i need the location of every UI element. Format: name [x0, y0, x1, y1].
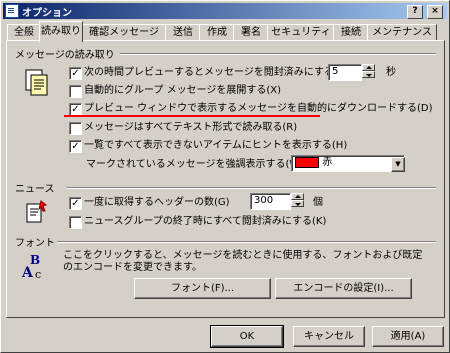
color-swatch — [295, 156, 319, 168]
preview-mark-read-checkbox[interactable]: ✓ — [69, 67, 82, 80]
tab-general[interactable]: 全般 — [7, 24, 41, 41]
newsgroup-icon — [26, 200, 48, 223]
close-button[interactable]: × — [427, 5, 443, 19]
plain-text-label: メッセージはすべてテキスト形式で読み取る(R) — [84, 122, 298, 133]
ok-button[interactable]: OK — [210, 325, 284, 348]
tab-connection[interactable]: 接続 — [333, 24, 369, 41]
app-icon — [5, 4, 19, 18]
headers-count-checkbox[interactable]: ✓ — [69, 197, 82, 210]
svg-text:c: c — [35, 268, 41, 280]
highlight-color-label: マークされているメッセージを強調表示する(W): — [86, 159, 307, 170]
news-group-divider — [67, 187, 436, 189]
preview-mark-read-label: 次の時間プレビューするとメッセージを閲封済みにする(M) — [84, 67, 351, 78]
title-bar[interactable]: オプション ? × — [3, 3, 447, 19]
tab-signatures[interactable]: 署名 — [233, 24, 269, 41]
svg-text:A: A — [21, 265, 34, 280]
window-title: オプション — [22, 7, 72, 19]
options-dialog: オプション ? × 全般 読み取り 確認メッセージ 送信 作成 署名 セキュリテ… — [0, 0, 450, 353]
reading-group-divider — [120, 53, 436, 55]
preview-seconds-spinner[interactable] — [362, 64, 375, 78]
help-button[interactable]: ? — [407, 5, 423, 19]
preview-seconds-unit: 秒 — [386, 67, 396, 78]
auto-expand-checkbox[interactable] — [69, 85, 82, 98]
encoding-settings-button[interactable]: エンコードの設定(I)... — [275, 278, 412, 299]
read-message-icon — [25, 69, 48, 96]
fonts-icon: B A c — [21, 253, 41, 280]
auto-expand-label: 自動的にグループ メッセージを展開する(X) — [84, 85, 282, 96]
headers-count-input[interactable]: 300 — [250, 193, 291, 210]
fonts-group-divider — [57, 241, 436, 243]
cancel-button[interactable]: キャンセル — [293, 326, 365, 347]
mark-all-read-checkbox[interactable] — [69, 216, 82, 229]
mark-all-read-label: ニュースグループの終了時にすべて閲封済みにする(K) — [84, 216, 327, 227]
apply-button[interactable]: 適用(A) — [372, 326, 444, 347]
highlight-color-select[interactable]: 赤 — [291, 155, 405, 172]
tab-read[interactable]: 読み取り — [39, 21, 83, 42]
highlight-color-dropdown-button[interactable]: ▼ — [391, 157, 405, 172]
auto-download-label: プレビュー ウィンドウで表示するメッセージを自動的にダウンロードする(D) — [84, 103, 433, 114]
tab-panel-read: メッセージの読み取り ✓ 次の時間プレビューするとメッセージを閲封済みにする(M… — [6, 40, 445, 318]
tab-maintenance[interactable]: メンテナンス — [367, 24, 437, 41]
fonts-description: ここをクリックすると、メッセージを読むときに使用する、フォントおよび既定のエンコ… — [63, 250, 423, 273]
news-group-title: ニュース — [15, 184, 55, 195]
fonts-group-title: フォント — [15, 238, 55, 249]
headers-count-label: 一度に取得するヘッダーの数(G) — [84, 197, 230, 208]
preview-seconds-input[interactable]: 5 — [328, 64, 362, 81]
highlight-annotation-line — [64, 115, 320, 117]
highlight-color-value: 赤 — [322, 157, 333, 168]
tab-security[interactable]: セキュリティ — [267, 24, 335, 41]
headers-count-unit: 個 — [313, 197, 323, 208]
tab-compose[interactable]: 作成 — [199, 24, 235, 41]
headers-count-spinner[interactable] — [291, 193, 304, 207]
show-tooltips-label: 一覧ですべて表示できないアイテムにヒントを表示する(H) — [84, 140, 348, 151]
plain-text-checkbox[interactable] — [69, 122, 82, 135]
reading-group-title: メッセージの読み取り — [15, 50, 115, 61]
tab-send[interactable]: 送信 — [165, 24, 201, 41]
tab-receipts[interactable]: 確認メッセージ — [81, 24, 167, 41]
font-button[interactable]: フォント(F)... — [134, 278, 271, 299]
show-tooltips-checkbox[interactable]: ✓ — [69, 140, 82, 153]
